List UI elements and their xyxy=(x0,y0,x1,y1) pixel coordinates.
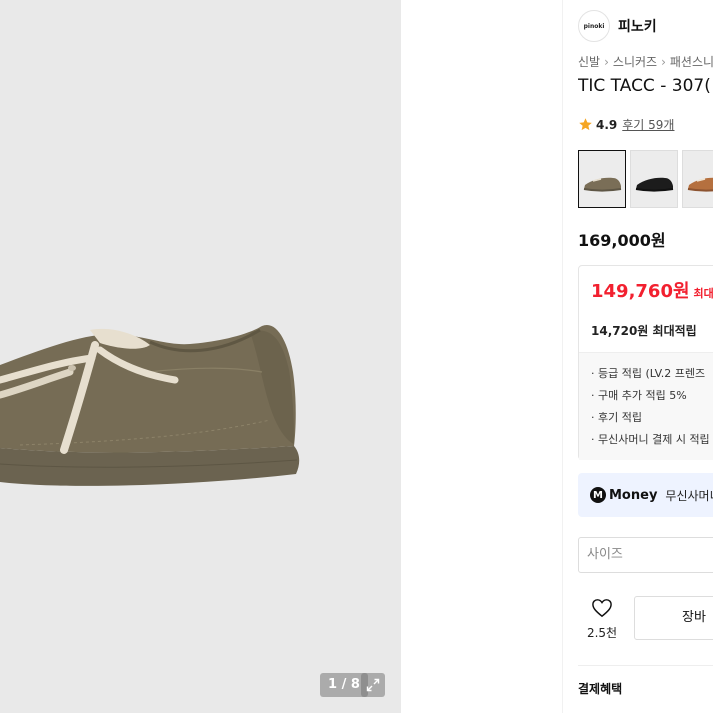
rating: 4.9 후기 59개 xyxy=(578,116,674,133)
panel-divider xyxy=(562,0,563,713)
money-logo-text: Money xyxy=(609,487,658,503)
points-detail-list: · 등급 적립 (LV.2 프렌즈 · 구매 추가 적립 5% · 후기 적립 … xyxy=(579,352,713,460)
sale-price: 149,760원최대혜 xyxy=(591,277,713,303)
swatch-black[interactable] xyxy=(630,150,678,208)
product-image xyxy=(0,324,300,486)
points-detail-item: · 무신사머니 결제 시 적립 xyxy=(591,433,710,446)
payment-benefits-title[interactable]: 결제혜택 xyxy=(578,680,622,697)
breadcrumb-item[interactable]: 스니커즈 xyxy=(613,55,657,69)
points-detail-item: · 구매 추가 적립 5% xyxy=(591,389,687,402)
product-info-panel: pinoki 피노키 신발 › 스니커즈 › 패션스니 TIC TACC - 307( … xyxy=(578,0,713,713)
heart-icon xyxy=(592,599,612,618)
like-button[interactable]: 2.5천 xyxy=(586,598,618,641)
star-icon xyxy=(579,118,592,131)
breadcrumb-item[interactable]: 패션스니 xyxy=(670,55,713,69)
swatch-brown[interactable] xyxy=(682,150,713,208)
breadcrumb-item[interactable]: 신발 xyxy=(578,55,600,69)
product-title: TIC TACC - 307( xyxy=(578,76,711,96)
size-select[interactable]: 사이즈 xyxy=(578,537,713,573)
chevron-right-icon: › xyxy=(661,55,666,69)
points-detail-item: · 후기 적립 xyxy=(591,411,642,424)
original-price: 169,000원 xyxy=(578,231,666,250)
swatch-olive[interactable] xyxy=(578,150,626,208)
brand-name: 피노키 xyxy=(618,19,657,35)
brand-logo: pinoki xyxy=(578,10,610,42)
product-image-gallery[interactable]: 1 / 8 xyxy=(0,0,401,713)
section-divider xyxy=(578,665,713,666)
points-detail-item: · 등급 적립 (LV.2 프렌즈 xyxy=(591,367,706,380)
sale-price-amount: 149,760원 xyxy=(591,281,690,302)
max-benefit-box[interactable]: 149,760원최대혜 14,720원 최대적립 · 등급 적립 (LV.2 프… xyxy=(578,265,713,460)
brand-link[interactable]: pinoki 피노키 xyxy=(578,10,657,42)
add-to-cart-button[interactable]: 장바 xyxy=(634,596,713,640)
rating-score: 4.9 xyxy=(596,117,618,132)
chevron-right-icon: › xyxy=(604,55,609,69)
like-count: 2.5천 xyxy=(586,626,618,640)
money-banner-text: 무신사머니 xyxy=(665,488,713,503)
money-icon: M xyxy=(590,487,606,503)
musinsa-money-banner[interactable]: M Money 무신사머니 xyxy=(578,473,713,517)
color-swatches xyxy=(578,150,713,208)
expand-icon[interactable] xyxy=(361,673,385,697)
max-points: 14,720원 최대적립 xyxy=(591,324,697,338)
review-count-link[interactable]: 후기 59개 xyxy=(622,116,674,133)
sale-price-label: 최대혜 xyxy=(693,287,713,300)
breadcrumb: 신발 › 스니커즈 › 패션스니 xyxy=(578,53,713,70)
